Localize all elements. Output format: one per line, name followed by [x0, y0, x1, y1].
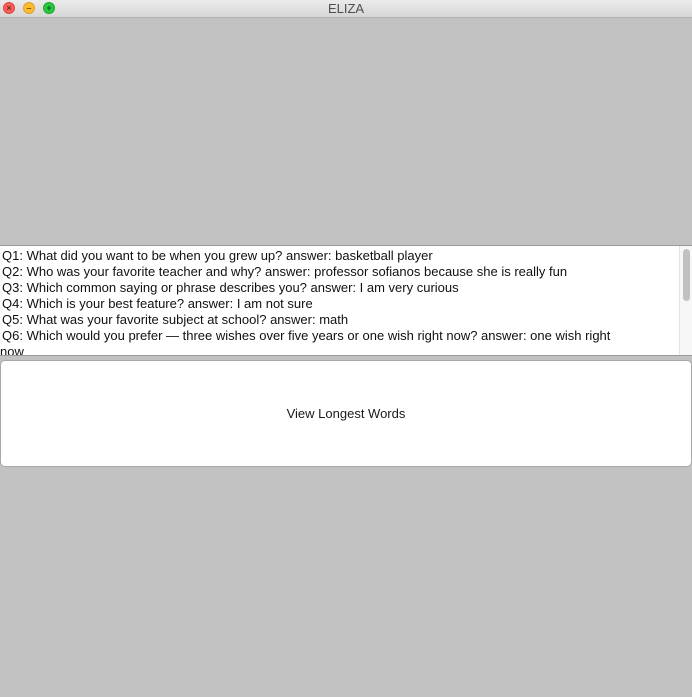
vertical-scrollbar[interactable] [679, 246, 692, 355]
view-longest-words-button[interactable]: View Longest Words [0, 360, 692, 467]
view-longest-words-label: View Longest Words [286, 406, 406, 421]
transcript-line: Q3: Which common saying or phrase descri… [2, 280, 459, 295]
eliza-window: × – + ELIZA Q1: What did you want to be … [0, 0, 692, 697]
transcript-line: Q1: What did you want to be when you gre… [2, 248, 433, 263]
transcript-text-area[interactable]: Q1: What did you want to be when you gre… [0, 245, 692, 356]
transcript-line: Q2: Who was your favorite teacher and wh… [2, 264, 568, 279]
scrollbar-thumb[interactable] [683, 249, 690, 301]
bottom-empty-panel [0, 467, 692, 697]
transcript-line: Q5: What was your favorite subject at sc… [2, 312, 349, 327]
transcript-content: Q1: What did you want to be when you gre… [0, 248, 676, 356]
window-title: ELIZA [327, 1, 365, 16]
top-empty-panel [0, 18, 692, 245]
transcript-line: Q4: Which is your best feature? answer: … [2, 296, 313, 311]
title-bar[interactable]: × – + ELIZA [0, 0, 692, 18]
transcript-line: Q6: Which would you prefer — three wishe… [2, 328, 611, 343]
transcript-line: now [0, 344, 24, 356]
